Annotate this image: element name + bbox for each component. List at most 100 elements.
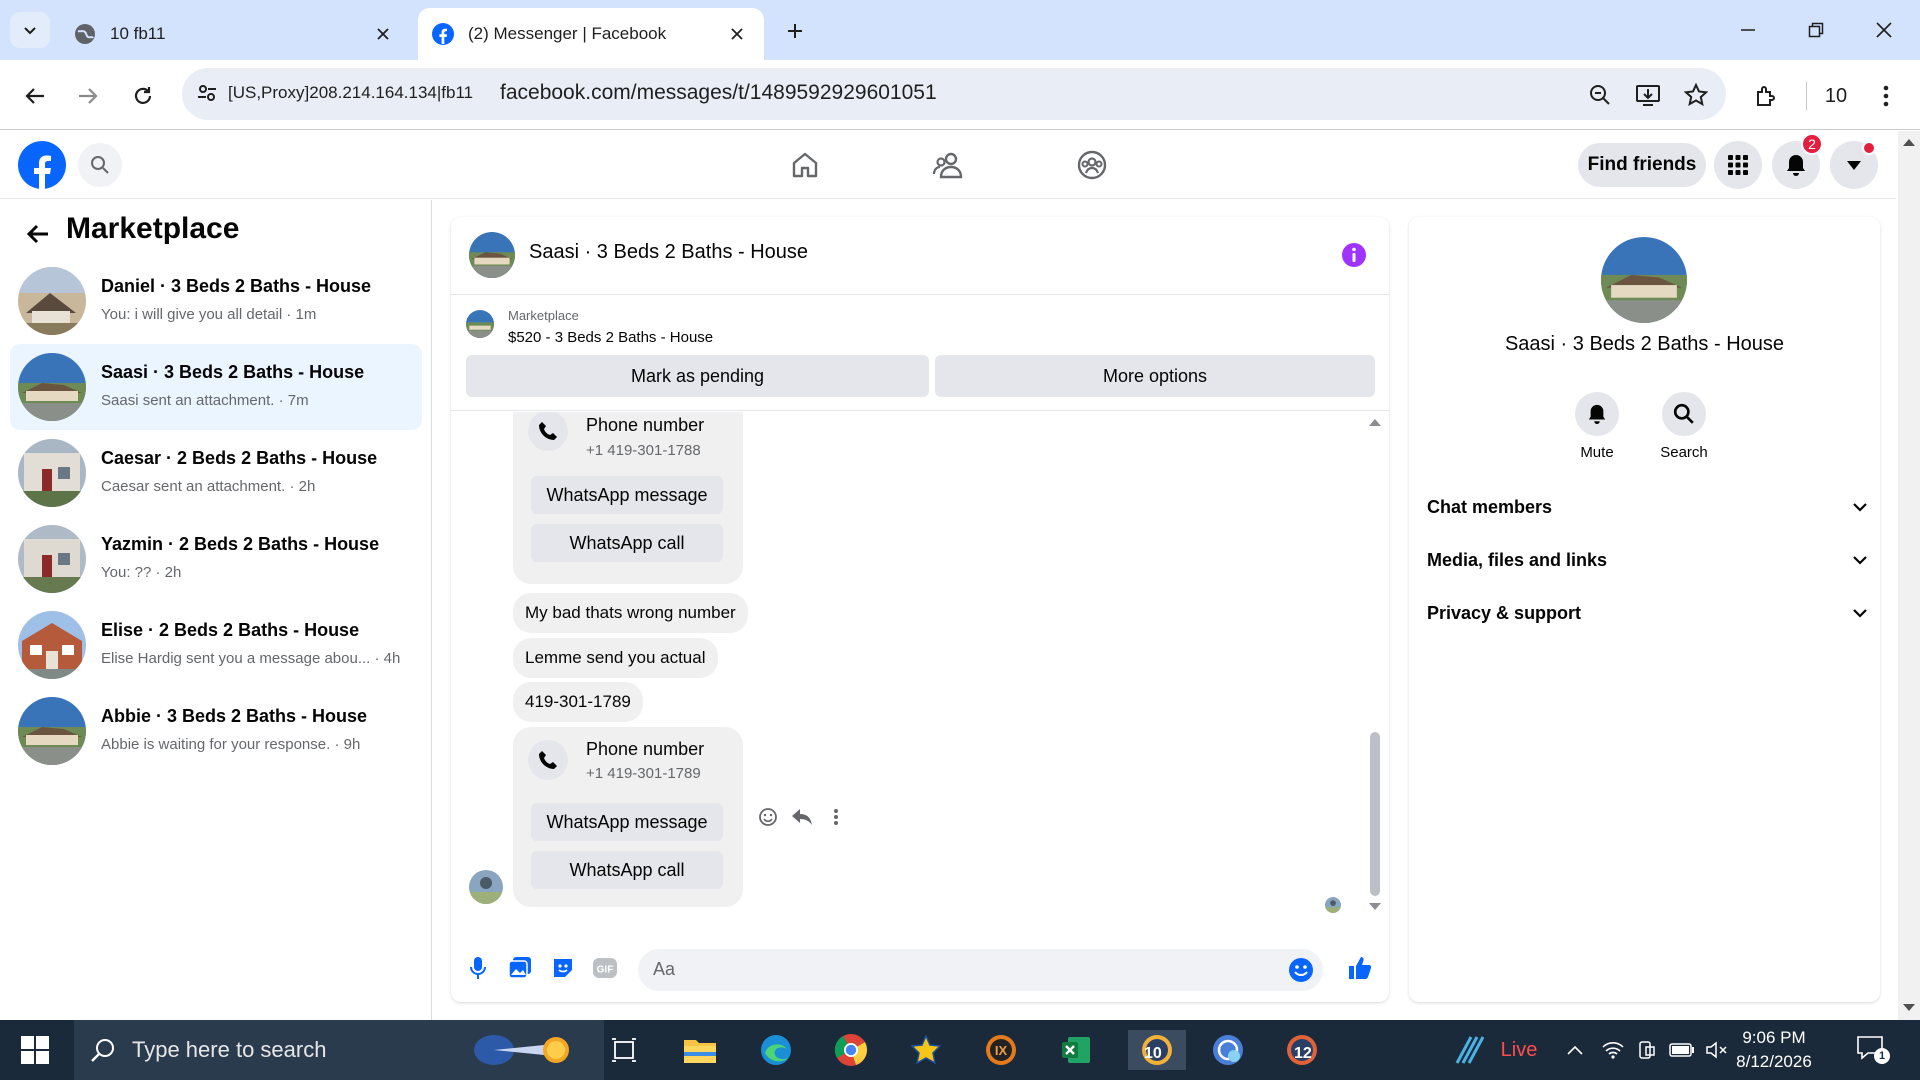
plus-icon: [788, 24, 802, 38]
more-options-button[interactable]: More options: [935, 355, 1375, 397]
media-files-links-section[interactable]: Media, files and links: [1427, 538, 1867, 582]
bell-icon[interactable]: [1575, 392, 1619, 436]
listing-avatar: [18, 611, 86, 679]
chat-avatar[interactable]: [469, 232, 515, 278]
taskbar-search-box[interactable]: Type here to search: [74, 1020, 604, 1080]
restore-button[interactable]: [1796, 14, 1836, 46]
groups-nav-icon[interactable]: [1072, 145, 1112, 185]
star-app-icon[interactable]: [902, 1030, 950, 1070]
emoji-icon[interactable]: [1288, 957, 1314, 983]
browser-tab-2[interactable]: (2) Messenger | Facebook: [418, 8, 764, 60]
more-vertical-icon[interactable]: [823, 804, 849, 830]
listing-avatar: [18, 697, 86, 765]
search-icon[interactable]: [1662, 392, 1706, 436]
sender-avatar[interactable]: [469, 870, 503, 904]
listing-thumbnail[interactable]: [466, 310, 494, 338]
menu-grid-button[interactable]: [1714, 141, 1762, 189]
profile-avatar[interactable]: [1601, 237, 1687, 323]
find-friends-button[interactable]: Find friends: [1578, 143, 1706, 187]
cricket-live-widget[interactable]: Live: [1440, 1036, 1550, 1064]
search-highlight-image: [474, 1035, 569, 1065]
forward-button[interactable]: [70, 78, 106, 114]
home-nav-icon[interactable]: [785, 145, 825, 185]
notification-center-badge: 1: [1874, 1048, 1890, 1064]
microphone-icon[interactable]: [463, 953, 493, 983]
reply-icon[interactable]: [789, 804, 815, 830]
windows-start-icon[interactable]: [14, 1034, 56, 1066]
mute-action[interactable]: Mute: [1557, 392, 1637, 461]
react-emoji-icon[interactable]: [755, 804, 781, 830]
ix-browser-icon[interactable]: IX: [977, 1030, 1025, 1070]
task-view-icon[interactable]: [600, 1030, 648, 1070]
photo-icon[interactable]: [505, 953, 535, 983]
browser-12-icon[interactable]: 12: [1278, 1030, 1326, 1070]
notification-center-icon[interactable]: 1: [1852, 1036, 1890, 1064]
message-bubble[interactable]: My bad thats wrong number: [513, 593, 748, 633]
messenger-app-icon[interactable]: [1204, 1030, 1252, 1070]
install-app-icon[interactable]: [1634, 81, 1662, 109]
close-window-button[interactable]: [1864, 14, 1904, 46]
conversation-item-caesar[interactable]: Caesar · 2 Beds 2 Baths - House Caesar s…: [10, 430, 422, 516]
reload-button[interactable]: [125, 78, 161, 114]
thumbs-up-icon[interactable]: [1345, 953, 1375, 983]
excel-icon[interactable]: [1052, 1030, 1100, 1070]
whatsapp-message-button[interactable]: WhatsApp message: [531, 476, 723, 514]
extensions-button[interactable]: [1748, 78, 1784, 114]
edge-icon[interactable]: [752, 1030, 800, 1070]
close-tab-icon[interactable]: [372, 23, 394, 45]
gif-icon[interactable]: GIF: [590, 953, 620, 983]
browser-tab-1[interactable]: 10 fb11: [60, 8, 410, 60]
conversation-item-yazmin[interactable]: Yazmin · 2 Beds 2 Baths - House You: ?? …: [10, 516, 422, 602]
live-label: Live: [1500, 1038, 1538, 1061]
whatsapp-call-button[interactable]: WhatsApp call: [531, 524, 723, 562]
back-button[interactable]: [17, 78, 53, 114]
profile-button[interactable]: 10: [1818, 78, 1854, 114]
zoom-icon[interactable]: [1586, 81, 1614, 109]
chat-scrollbar-thumb[interactable]: [1370, 732, 1380, 896]
chat-members-section[interactable]: Chat members: [1427, 485, 1867, 529]
message-list[interactable]: Phone number +1 419-301-1788 WhatsApp me…: [451, 412, 1389, 917]
bookmark-star-icon[interactable]: [1682, 81, 1710, 109]
minimize-button[interactable]: [1728, 14, 1768, 46]
tray-chevron-up-icon[interactable]: [1564, 1038, 1586, 1062]
whatsapp-message-button[interactable]: WhatsApp message: [531, 803, 723, 841]
wifi-icon[interactable]: [1600, 1038, 1626, 1062]
scroll-down-icon: [1369, 903, 1381, 910]
browser-toolbar: [US,Proxy]208.214.164.134|fb11 facebook.…: [0, 60, 1920, 130]
search-action[interactable]: Search: [1644, 392, 1724, 461]
browser-menu-button[interactable]: [1868, 78, 1904, 114]
conversation-item-saasi[interactable]: Saasi · 3 Beds 2 Baths - House Saasi sen…: [10, 344, 422, 430]
conversation-item-daniel[interactable]: Daniel · 3 Beds 2 Baths - House You: i w…: [10, 258, 422, 344]
listing-price-title[interactable]: $520 - 3 Beds 2 Baths - House: [508, 329, 713, 346]
new-tab-button[interactable]: [780, 16, 810, 46]
facebook-search-button[interactable]: [78, 143, 122, 187]
tab-search-button[interactable]: [10, 12, 50, 48]
facebook-logo-icon[interactable]: [18, 141, 66, 189]
info-icon[interactable]: [1341, 242, 1367, 268]
browser-10-icon[interactable]: 10: [1128, 1030, 1186, 1070]
battery-icon[interactable]: [1668, 1038, 1696, 1062]
back-arrow-icon[interactable]: [22, 218, 54, 250]
conversation-item-elise[interactable]: Elise · 2 Beds 2 Baths - House Elise Har…: [10, 602, 422, 688]
message-input[interactable]: Aa: [638, 949, 1323, 991]
page-scrollbar[interactable]: [1898, 131, 1920, 1020]
message-bubble[interactable]: Lemme send you actual: [513, 638, 718, 678]
message-bubble[interactable]: 419-301-1789: [513, 682, 643, 722]
conversation-item-abbie[interactable]: Abbie · 3 Beds 2 Baths - House Abbie is …: [10, 688, 422, 774]
address-bar[interactable]: [US,Proxy]208.214.164.134|fb11 facebook.…: [182, 68, 1726, 120]
system-clock[interactable]: 9:06 PM 8/12/2026: [1724, 1026, 1824, 1074]
listing-avatar: [18, 525, 86, 593]
caret-down-icon: [1847, 161, 1861, 170]
chrome-icon[interactable]: [827, 1030, 875, 1070]
friends-nav-icon[interactable]: [928, 145, 968, 185]
mark-as-pending-button[interactable]: Mark as pending: [466, 355, 929, 397]
whatsapp-call-button[interactable]: WhatsApp call: [531, 851, 723, 889]
chat-title[interactable]: Saasi · 3 Beds 2 Baths - House: [529, 241, 808, 264]
privacy-support-section[interactable]: Privacy & support: [1427, 591, 1867, 635]
file-explorer-icon[interactable]: [676, 1030, 724, 1070]
site-info[interactable]: [US,Proxy]208.214.164.134|fb11: [196, 82, 473, 104]
sticker-icon[interactable]: [548, 953, 578, 983]
close-tab-icon[interactable]: [726, 23, 748, 45]
phone-link-icon[interactable]: [1634, 1038, 1660, 1062]
url-text[interactable]: facebook.com/messages/t/1489592929601051: [500, 81, 937, 105]
